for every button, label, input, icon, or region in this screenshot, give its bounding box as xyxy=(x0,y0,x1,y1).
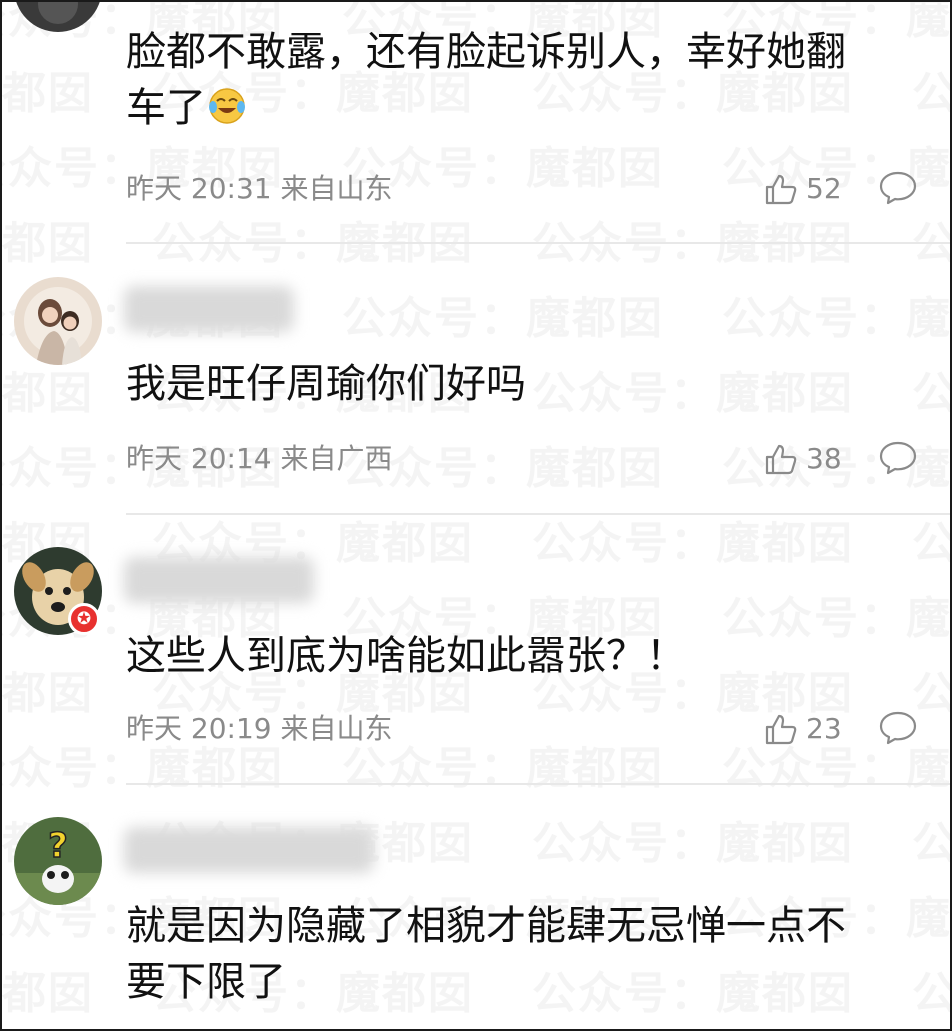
laughing-crying-emoji-icon xyxy=(208,84,246,124)
reply-button[interactable] xyxy=(878,710,918,746)
watermark-text: 公众号：魔都囡 xyxy=(532,507,854,571)
avatar[interactable] xyxy=(14,2,102,32)
comment-list: 公众号：魔都囡公众号：魔都囡公众号：魔都囡公众号：魔都囡公众号：魔都囡公众号：魔… xyxy=(0,0,952,1031)
like-count: 23 xyxy=(806,712,842,745)
like-button[interactable]: 38 xyxy=(764,442,842,476)
comment-meta: 昨天 20:19 来自山东 xyxy=(126,712,393,745)
comment-text-line: 这些人到底为啥能如此嚣张？！ xyxy=(126,633,686,679)
verified-badge-icon: ✪ xyxy=(68,603,100,635)
thumbs-up-icon xyxy=(764,172,798,206)
comment-text: 这些人到底为啥能如此嚣张？！ xyxy=(126,628,920,684)
like-count: 52 xyxy=(806,172,842,205)
divider xyxy=(126,242,950,244)
comment-text-line: 要下限了 xyxy=(126,959,286,1005)
divider xyxy=(126,783,950,785)
watermark-layer: 公众号：魔都囡公众号：魔都囡公众号：魔都囡公众号：魔都囡公众号：魔都囡公众号：魔… xyxy=(2,2,950,1029)
like-count: 38 xyxy=(806,442,842,475)
comment-bubble-icon xyxy=(878,170,918,206)
divider xyxy=(126,513,950,515)
username-blurred[interactable] xyxy=(124,557,314,603)
comment-text-line: 就是因为隐藏了相貌才能肆无忌惮一点不 xyxy=(126,903,846,949)
comment-text-line: 我是旺仔周瑜你们好吗 xyxy=(126,361,526,407)
watermark-text: 公众号：魔都囡 xyxy=(152,207,474,271)
watermark-text: 公众号：魔都囡 xyxy=(2,357,94,421)
username-blurred[interactable] xyxy=(124,827,374,873)
watermark-text: 公众号：魔都囡 xyxy=(722,282,950,346)
comment-text-line: 脸都不敢露，还有脸起诉别人，幸好她翻 xyxy=(126,29,846,75)
watermark-text: 公众号：魔都囡 xyxy=(2,657,94,721)
thumbs-up-icon xyxy=(764,442,798,476)
comment-text: 脸都不敢露，还有脸起诉别人，幸好她翻 车了 xyxy=(126,24,920,136)
watermark-text: 公众号：魔都囡 xyxy=(912,507,950,571)
username-blurred[interactable] xyxy=(124,286,294,332)
avatar[interactable]: ? xyxy=(14,817,102,905)
comment-bubble-icon xyxy=(878,710,918,746)
comment-meta: 昨天 20:31 来自山东 xyxy=(126,172,393,205)
like-button[interactable]: 23 xyxy=(764,712,842,746)
comment-meta: 昨天 20:14 来自广西 xyxy=(126,442,393,475)
like-button[interactable]: 52 xyxy=(764,172,842,206)
thumbs-up-icon xyxy=(764,712,798,746)
comment-text: 我是旺仔周瑜你们好吗 xyxy=(126,356,920,412)
comment-text: 就是因为隐藏了相貌才能肆无忌惮一点不 要下限了 xyxy=(126,898,920,1010)
comment-text-line: 车了 xyxy=(126,80,920,136)
comment-bubble-icon xyxy=(878,440,918,476)
reply-button[interactable] xyxy=(878,170,918,206)
watermark-text: 公众号：魔都囡 xyxy=(912,207,950,271)
watermark-text: 公众号：魔都囡 xyxy=(2,957,94,1021)
avatar[interactable] xyxy=(14,277,102,365)
reply-button[interactable] xyxy=(878,440,918,476)
watermark-text: 公众号：魔都囡 xyxy=(912,807,950,871)
watermark-text: 公众号：魔都囡 xyxy=(2,57,94,121)
watermark-text: 公众号：魔都囡 xyxy=(532,207,854,271)
watermark-text: 公众号：魔都囡 xyxy=(532,807,854,871)
watermark-text: 公众号：魔都囡 xyxy=(2,207,94,271)
svg-text:?: ? xyxy=(48,826,68,866)
watermark-text: 公众号：魔都囡 xyxy=(342,282,664,346)
